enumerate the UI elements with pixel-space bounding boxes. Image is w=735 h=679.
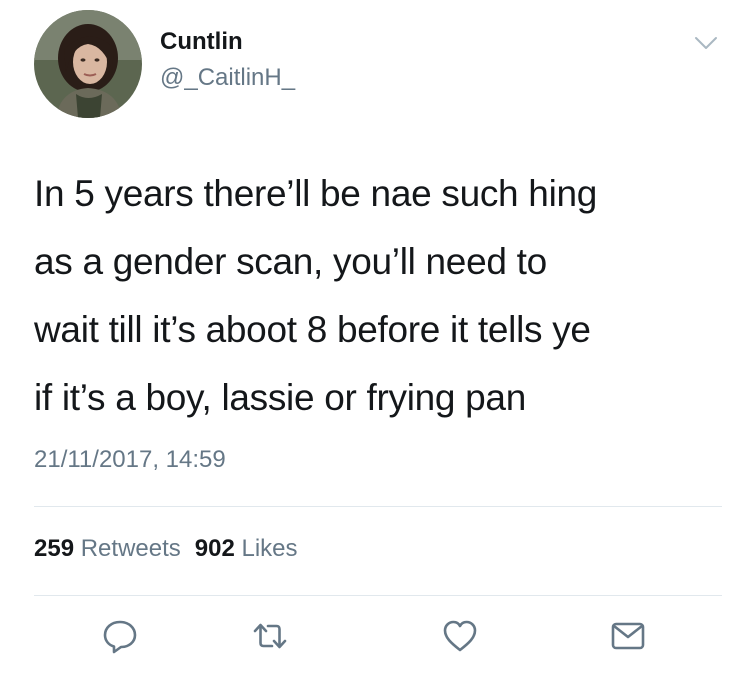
- tweet-timestamp[interactable]: 21/11/2017, 14:59: [34, 446, 226, 474]
- likes-count: 902: [194, 535, 235, 562]
- tweet-text-line: In 5 years there’ll be nae such hing: [34, 173, 598, 214]
- retweets-stat[interactable]: 259 Retweets: [34, 535, 181, 562]
- display-name[interactable]: Cuntlin: [160, 28, 243, 56]
- likes-stat[interactable]: 902 Likes: [195, 535, 298, 562]
- tweet-text-line: as a gender scan, you’ll need to: [34, 241, 547, 282]
- direct-message-icon[interactable]: [608, 616, 648, 656]
- chevron-down-icon[interactable]: [693, 34, 719, 52]
- divider: [34, 506, 722, 507]
- likes-label: Likes: [241, 535, 298, 562]
- tweet-stats: 259 Retweets 902 Likes: [34, 535, 298, 563]
- reply-icon[interactable]: [100, 616, 140, 656]
- avatar[interactable]: [34, 10, 142, 118]
- username-handle[interactable]: @_CaitlinH_: [160, 64, 295, 92]
- like-icon[interactable]: [440, 616, 480, 656]
- tweet-text-line: if it’s a boy, lassie or frying pan: [34, 377, 526, 418]
- retweets-label: Retweets: [80, 535, 181, 562]
- tweet-text: In 5 years there’ll be nae such hing as …: [34, 160, 714, 432]
- retweet-icon[interactable]: [250, 616, 290, 656]
- divider: [34, 595, 722, 596]
- retweets-count: 259: [34, 535, 75, 562]
- tweet-text-line: wait till it’s aboot 8 before it tells y…: [34, 309, 591, 350]
